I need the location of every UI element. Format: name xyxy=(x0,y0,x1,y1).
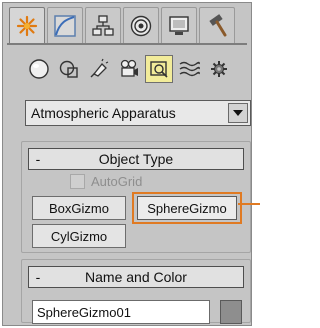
category-buttons xyxy=(25,55,233,83)
collapse-toggle-icon[interactable]: - xyxy=(29,269,47,285)
object-type-header[interactable]: - Object Type xyxy=(28,148,244,170)
cylgizmo-button[interactable]: CylGizmo xyxy=(32,224,126,248)
category-systems[interactable] xyxy=(205,55,233,83)
cameras-icon xyxy=(120,59,138,77)
command-panel: Atmospheric Apparatus - Object Type Auto… xyxy=(2,2,252,326)
autogrid-checkbox[interactable] xyxy=(70,174,85,189)
space-warps-icon xyxy=(179,61,200,77)
object-name-field[interactable]: SphereGizmo01 xyxy=(32,300,210,324)
category-dropdown[interactable]: Atmospheric Apparatus xyxy=(25,100,251,126)
shapes-icon xyxy=(59,60,78,78)
tab-create[interactable] xyxy=(9,7,45,43)
tab-strip-divider xyxy=(7,43,247,45)
helpers-icon xyxy=(150,61,168,78)
category-dropdown-value: Atmospheric Apparatus xyxy=(31,105,176,121)
object-type-rollout: - Object Type AutoGrid BoxGizmo SphereGi… xyxy=(21,141,251,253)
name-and-color-title: Name and Color xyxy=(85,269,187,285)
motion-icon xyxy=(130,15,152,36)
name-and-color-header[interactable]: - Name and Color xyxy=(28,266,244,288)
object-color-swatch[interactable] xyxy=(220,300,242,324)
category-geometry[interactable] xyxy=(25,55,53,83)
autogrid-label: AutoGrid xyxy=(91,174,143,189)
name-and-color-rollout: - Name and Color SphereGizmo01 xyxy=(21,259,251,324)
tab-hierarchy[interactable] xyxy=(85,7,121,43)
category-shapes[interactable] xyxy=(55,55,83,83)
geometry-sphere-icon xyxy=(29,59,49,79)
create-star-icon xyxy=(16,15,38,36)
command-panel-tabs xyxy=(9,7,235,43)
spheregizmo-button[interactable]: SphereGizmo xyxy=(137,196,237,220)
systems-gear-icon xyxy=(211,61,227,77)
category-cameras[interactable] xyxy=(115,55,143,83)
modify-curve-icon xyxy=(54,14,76,37)
category-lights[interactable] xyxy=(85,55,113,83)
collapse-toggle-icon[interactable]: - xyxy=(29,151,47,167)
autogrid-option: AutoGrid xyxy=(70,174,142,189)
object-type-title: Object Type xyxy=(98,151,174,167)
category-space-warps[interactable] xyxy=(175,55,203,83)
chevron-down-icon xyxy=(233,110,243,116)
lights-icon xyxy=(90,58,109,78)
display-monitor-icon xyxy=(169,15,189,35)
callout-line xyxy=(238,203,260,205)
category-helpers[interactable] xyxy=(145,55,173,83)
tab-modify[interactable] xyxy=(47,7,83,43)
tab-utilities[interactable] xyxy=(199,7,235,43)
hierarchy-icon xyxy=(92,14,114,36)
dropdown-arrow-button[interactable] xyxy=(228,103,248,123)
tab-motion[interactable] xyxy=(123,7,159,43)
boxgizmo-button[interactable]: BoxGizmo xyxy=(32,196,126,220)
utilities-hammer-icon xyxy=(209,13,227,36)
tab-display[interactable] xyxy=(161,7,197,43)
